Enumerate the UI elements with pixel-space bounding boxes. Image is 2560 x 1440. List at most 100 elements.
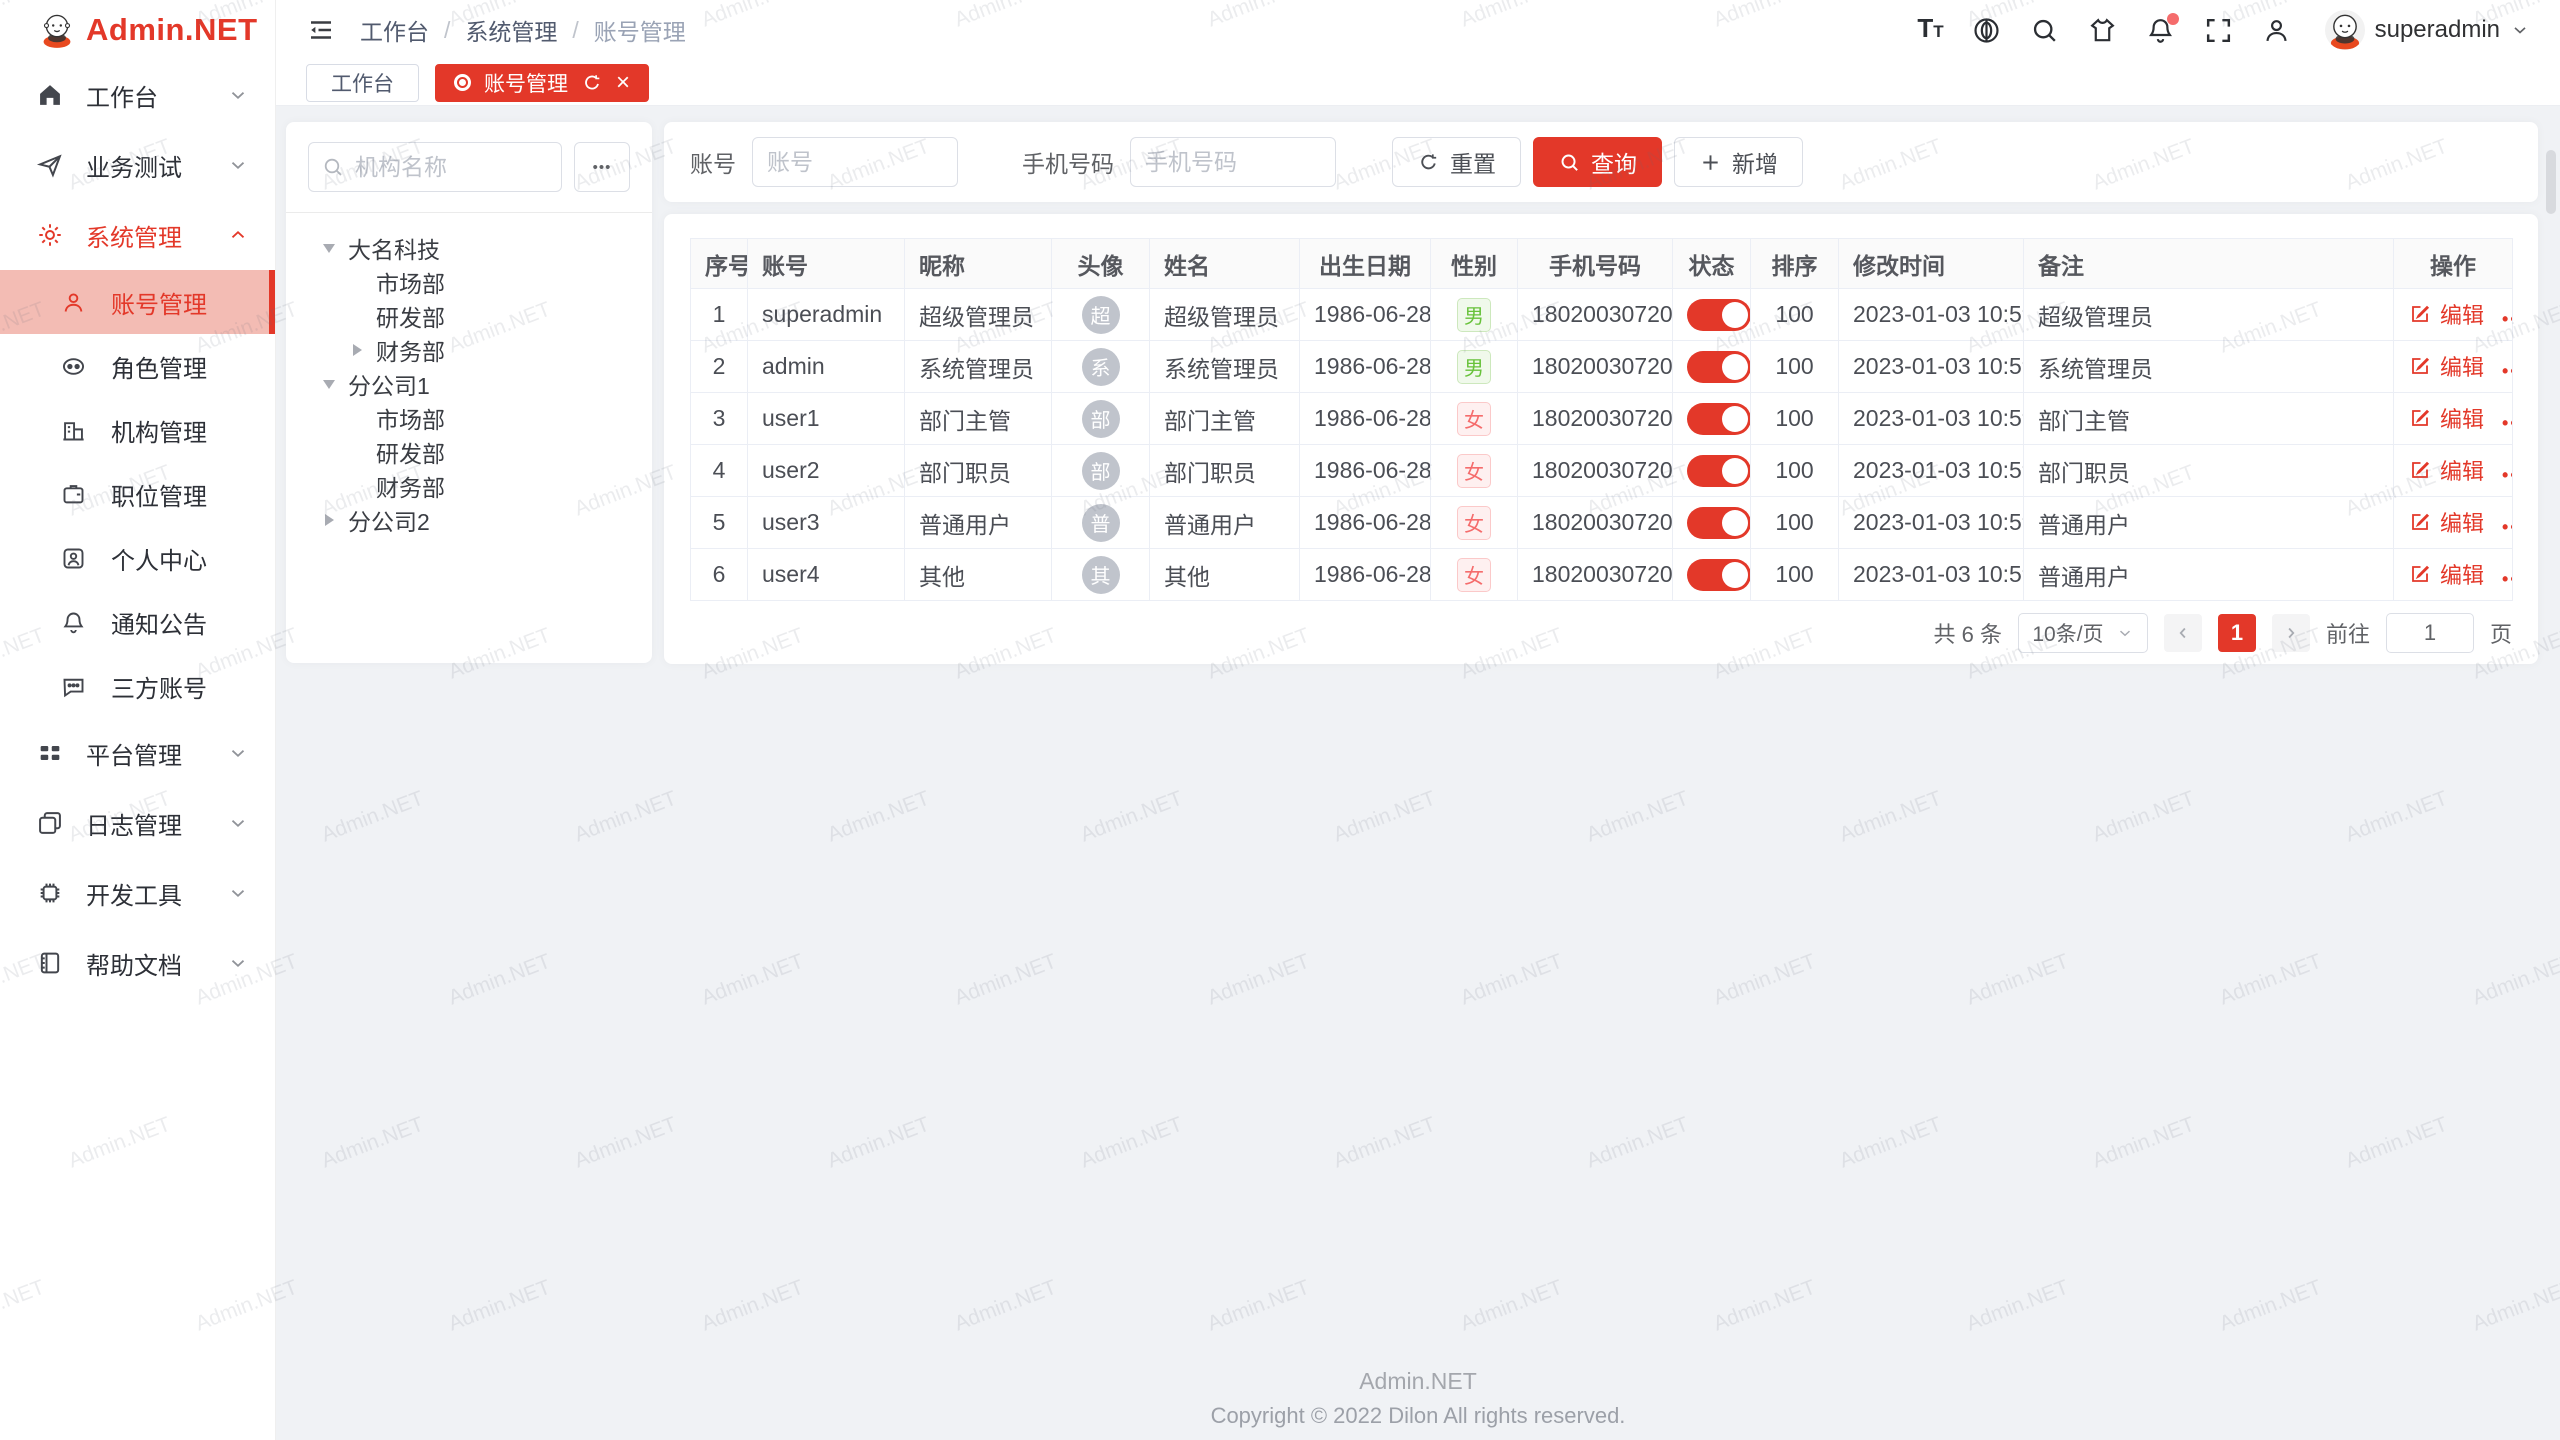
sidebar-item-dev-tools[interactable]: 开发工具: [0, 858, 275, 928]
sidebar-item-profile-center[interactable]: 个人中心: [0, 526, 275, 590]
badge-icon: [60, 481, 87, 508]
goto-label: 前往: [2326, 617, 2370, 649]
sidebar-item-business-test[interactable]: 业务测试: [0, 130, 275, 200]
org-more-button[interactable]: •••: [574, 142, 630, 192]
edit-button[interactable]: 编辑: [2408, 506, 2484, 538]
tree-node[interactable]: 研发部: [308, 299, 630, 333]
edit-icon: [2408, 406, 2432, 430]
sidebar-item-third-party[interactable]: 三方账号: [0, 654, 275, 718]
phone-input[interactable]: [1130, 137, 1336, 187]
sidebar-item-role-mgmt[interactable]: 角色管理: [0, 334, 275, 398]
status-toggle[interactable]: [1687, 455, 1751, 487]
theme-icon[interactable]: [2087, 15, 2118, 46]
tab-account-mgmt[interactable]: 账号管理 ×: [435, 64, 649, 102]
prev-page-button[interactable]: [2164, 614, 2202, 652]
sidebar-item-help-docs[interactable]: 帮助文档: [0, 928, 275, 998]
breadcrumb-separator: /: [444, 17, 450, 44]
sidebar-item-account-mgmt[interactable]: 账号管理: [0, 270, 275, 334]
close-icon[interactable]: ×: [616, 71, 630, 95]
sidebar-item-log-mgmt[interactable]: 日志管理: [0, 788, 275, 858]
more-actions-button[interactable]: •••: [2502, 309, 2512, 329]
refresh-icon[interactable]: [581, 72, 603, 94]
role-icon: [60, 353, 87, 380]
gear-icon: [36, 221, 64, 249]
edit-button[interactable]: 编辑: [2408, 298, 2484, 330]
breadcrumb: 工作台 / 系统管理 / 账号管理: [360, 13, 686, 47]
notification-badge: [2167, 13, 2179, 25]
app-logo[interactable]: Admin.NET: [0, 0, 275, 60]
sidebar-item-platform-mgmt[interactable]: 平台管理: [0, 718, 275, 788]
query-button[interactable]: 查询: [1533, 137, 1662, 187]
breadcrumb-item[interactable]: 工作台: [360, 13, 429, 47]
footer-copyright: Copyright © 2022 Dilon All rights reserv…: [276, 1403, 2560, 1429]
org-search-field[interactable]: [308, 142, 562, 192]
sidebar-item-position-mgmt[interactable]: 职位管理: [0, 462, 275, 526]
add-button[interactable]: 新增: [1674, 137, 1803, 187]
breadcrumb-item[interactable]: 系统管理: [465, 13, 557, 47]
tree-node[interactable]: 分公司2: [308, 503, 630, 537]
tab-bar: 工作台 账号管理 ×: [276, 60, 2560, 106]
page-size-select[interactable]: 10条/页: [2018, 613, 2148, 653]
chevron-down-icon: [2116, 624, 2134, 642]
status-toggle[interactable]: [1687, 299, 1751, 331]
sidebar: Admin.NET 工作台 业务测试 系统管理 账号管理 角色管理 机构管理: [0, 0, 276, 1440]
user-menu[interactable]: superadmin: [2325, 10, 2530, 50]
goto-page-input[interactable]: [2386, 613, 2474, 653]
tree-node[interactable]: 市场部: [308, 265, 630, 299]
status-toggle[interactable]: [1687, 351, 1751, 383]
logo-text: Admin.NET: [86, 12, 258, 48]
tree-node[interactable]: 大名科技: [308, 231, 630, 265]
profile-icon[interactable]: [2261, 15, 2292, 46]
sidebar-item-notice[interactable]: 通知公告: [0, 590, 275, 654]
edit-icon: [2408, 510, 2432, 534]
account-input[interactable]: [752, 137, 958, 187]
sidebar-item-org-mgmt[interactable]: 机构管理: [0, 398, 275, 462]
font-size-icon[interactable]: TT: [1917, 13, 1943, 47]
sidebar-item-system-mgmt[interactable]: 系统管理: [0, 200, 275, 270]
plus-icon: [1699, 151, 1722, 174]
next-page-button[interactable]: [2272, 614, 2310, 652]
status-toggle[interactable]: [1687, 559, 1751, 591]
notification-icon[interactable]: [2145, 15, 2176, 46]
pagination-total: 共 6 条: [1934, 617, 2002, 649]
sidebar-item-workbench[interactable]: 工作台: [0, 60, 275, 130]
more-actions-button[interactable]: •••: [2502, 361, 2512, 381]
caret-down-icon[interactable]: [323, 244, 335, 253]
more-actions-button[interactable]: •••: [2502, 517, 2512, 537]
more-actions-button[interactable]: •••: [2502, 465, 2512, 485]
caret-right-icon[interactable]: [325, 514, 334, 526]
edit-button[interactable]: 编辑: [2408, 558, 2484, 590]
edit-button[interactable]: 编辑: [2408, 454, 2484, 486]
tree-node[interactable]: 市场部: [308, 401, 630, 435]
tree-node[interactable]: 财务部: [308, 469, 630, 503]
org-tree-panel: ••• 大名科技 市场部 研发部 财务部 分公司1 市场部 研发部 财务部 分公…: [286, 122, 652, 663]
language-icon[interactable]: [1971, 15, 2002, 46]
menu-fold-icon[interactable]: [306, 15, 336, 45]
divider: [286, 212, 652, 213]
building-icon: [60, 417, 87, 444]
org-search-input[interactable]: [355, 154, 549, 181]
page-number-button[interactable]: 1: [2218, 614, 2256, 652]
chevron-down-icon: [2510, 20, 2530, 40]
tree-node[interactable]: 分公司1: [308, 367, 630, 401]
scrollbar-thumb[interactable]: [2546, 150, 2556, 214]
chevron-down-icon: [227, 742, 249, 764]
search-icon[interactable]: [2029, 15, 2060, 46]
caret-right-icon[interactable]: [353, 344, 362, 356]
breadcrumb-separator: /: [572, 17, 578, 44]
topbar-actions: TT superadmin: [1917, 10, 2530, 50]
fullscreen-icon[interactable]: [2203, 15, 2234, 46]
edit-button[interactable]: 编辑: [2408, 350, 2484, 382]
table-row: 6 user4 其他 其 其他 1986-06-28 女 18020030720…: [691, 549, 2513, 601]
tree-node[interactable]: 财务部: [308, 333, 630, 367]
caret-down-icon[interactable]: [323, 380, 335, 389]
more-actions-button[interactable]: •••: [2502, 413, 2512, 433]
reset-button[interactable]: 重置: [1392, 137, 1521, 187]
tree-node[interactable]: 研发部: [308, 435, 630, 469]
user-avatar: [2325, 10, 2365, 50]
status-toggle[interactable]: [1687, 403, 1751, 435]
status-toggle[interactable]: [1687, 507, 1751, 539]
more-actions-button[interactable]: •••: [2502, 569, 2512, 589]
edit-button[interactable]: 编辑: [2408, 402, 2484, 434]
tab-workbench[interactable]: 工作台: [306, 64, 419, 102]
